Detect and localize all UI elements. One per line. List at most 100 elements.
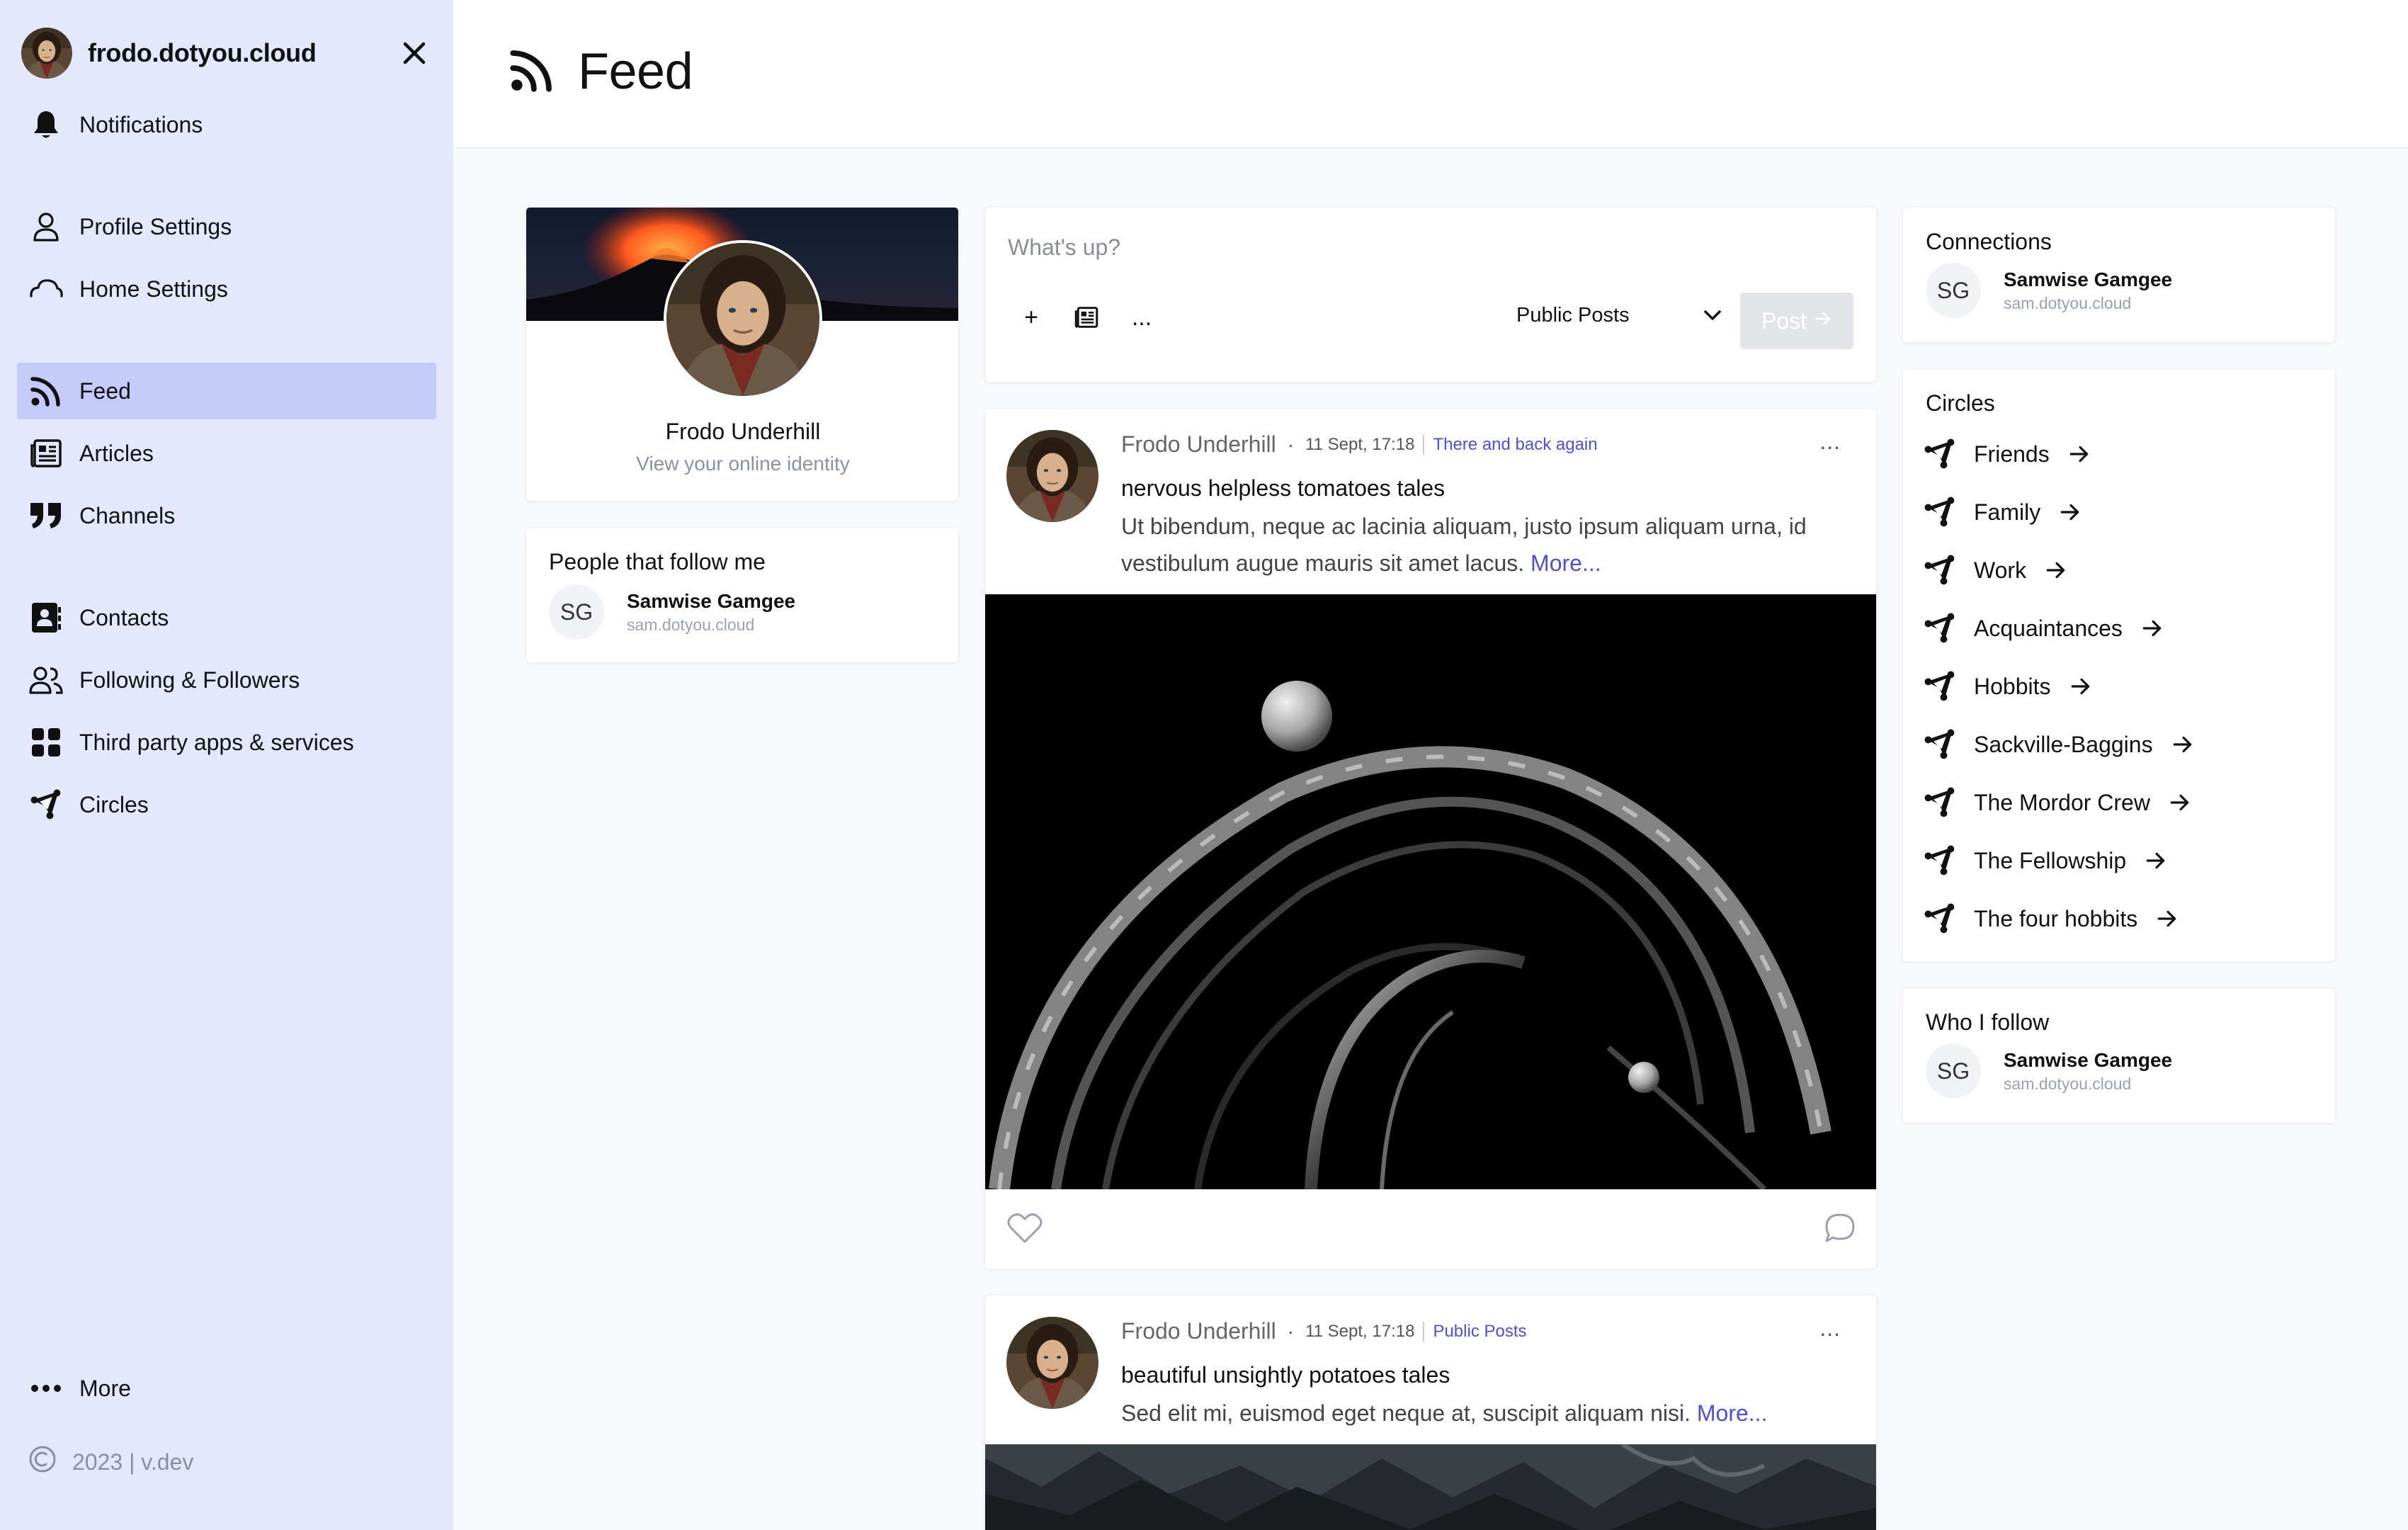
more-options-button[interactable]: ... [1124, 300, 1159, 335]
more-link[interactable]: More... [1697, 1400, 1768, 1426]
nav-label: Home Settings [79, 276, 228, 302]
post-date: 11 Sept, 17:18 [1305, 434, 1415, 454]
post-author-avatar[interactable] [1006, 430, 1098, 522]
post-date: 11 Sept, 17:18 [1305, 1321, 1415, 1341]
sidebar-avatar[interactable] [21, 28, 72, 79]
circle-item[interactable]: Family [1924, 491, 2082, 533]
rss-icon [510, 48, 554, 96]
circle-item[interactable]: The Fellowship [1924, 839, 2167, 882]
post-meta: Frodo Underhill · 11 Sept, 17:18 There a… [1121, 431, 1598, 458]
separator: · [1287, 433, 1295, 455]
post-menu-button[interactable]: ... [1819, 429, 1841, 455]
person-info: Samwise Gamgee sam.dotyou.cloud [627, 590, 795, 635]
comment-icon[interactable] [1824, 1212, 1856, 1248]
post-title: beautiful unsightly potatoes tales [1121, 1362, 1450, 1388]
post-image[interactable] [985, 1444, 1876, 1530]
avatar: SG [1926, 1043, 1981, 1099]
nav-third-party-apps[interactable]: Third party apps & services [17, 714, 436, 771]
circle-item[interactable]: Friends [1924, 433, 2091, 475]
circle-name: Sackville-Baggins [1974, 731, 2153, 757]
post-card: Frodo Underhill · 11 Sept, 17:18 Public … [984, 1295, 1877, 1530]
circle-name: The Mordor Crew [1974, 789, 2150, 815]
circle-item[interactable]: The Mordor Crew [1924, 781, 2191, 824]
close-sidebar-button[interactable] [399, 38, 429, 68]
nav-label: Circles [79, 791, 149, 817]
audience-select[interactable]: Public Posts [1488, 293, 1729, 338]
circles-icon [1924, 845, 1955, 876]
circle-item[interactable]: Acquaintances [1924, 607, 2164, 650]
copyright-icon [28, 1445, 57, 1479]
post-channel-link[interactable]: There and back again [1423, 434, 1598, 455]
follower-item[interactable]: SG Samwise Gamgee sam.dotyou.cloud [549, 584, 795, 640]
post-author[interactable]: Frodo Underhill [1121, 1318, 1276, 1344]
post-author-avatar[interactable] [1006, 1317, 1098, 1409]
apps-grid-icon [28, 725, 64, 760]
circle-item[interactable]: Sackville-Baggins [1924, 723, 2194, 766]
circle-name: The four hobbits [1974, 905, 2138, 931]
circle-name: Work [1974, 557, 2027, 583]
arrow-right-icon [2059, 501, 2082, 523]
post-body: Sed elit mi, euismod eget neque at, susc… [1121, 1395, 1844, 1432]
add-media-button[interactable]: + [1013, 300, 1049, 335]
post-menu-button[interactable]: ... [1819, 1315, 1841, 1342]
profile-name: Frodo Underhill [665, 419, 821, 444]
page-header: Feed [453, 0, 2408, 149]
connection-item[interactable]: SG Samwise Gamgee sam.dotyou.cloud [1926, 263, 2172, 318]
post-button-label: Post [1761, 307, 1807, 334]
nav-more[interactable]: More [17, 1360, 436, 1417]
post-image[interactable] [985, 594, 1876, 1189]
following-item[interactable]: SG Samwise Gamgee sam.dotyou.cloud [1926, 1043, 2172, 1099]
arrow-right-icon [2145, 849, 2167, 872]
page-title: Feed [578, 43, 693, 100]
heart-icon[interactable] [1006, 1212, 1043, 1248]
article-button[interactable] [1069, 300, 1104, 335]
arrow-right-icon [1814, 310, 1832, 333]
bell-icon [28, 107, 64, 142]
nav-label: Contacts [79, 604, 169, 630]
nav-channels[interactable]: Channels [17, 487, 436, 544]
person-info: Samwise Gamgee sam.dotyou.cloud [2004, 268, 2172, 313]
who-i-follow-card: Who I follow SG Samwise Gamgee sam.dotyo… [1902, 987, 2336, 1123]
composer-input[interactable]: What's up? [1008, 234, 1120, 261]
circle-item[interactable]: The four hobbits [1924, 897, 2179, 940]
identity-domain[interactable]: frodo.dotyou.cloud [88, 38, 317, 68]
nav-articles[interactable]: Articles [17, 425, 436, 482]
card-title: People that follow me [549, 549, 766, 574]
nav-notifications[interactable]: Notifications [17, 96, 436, 153]
nav-label: Feed [79, 378, 131, 404]
more-link[interactable]: More... [1530, 550, 1601, 576]
view-identity-link[interactable]: View your online identity [526, 453, 958, 475]
person-domain: sam.dotyou.cloud [2004, 1074, 2132, 1093]
nav-profile-settings[interactable]: Profile Settings [17, 198, 436, 255]
rss-icon [28, 373, 64, 409]
circles-card: Circles Friends Family Work Acquaintance… [1902, 368, 2336, 962]
user-icon [28, 209, 64, 244]
arrow-right-icon [2169, 791, 2191, 814]
more-dots-icon [28, 1371, 64, 1406]
avatar: SG [1926, 263, 1981, 318]
post-button[interactable]: Post [1740, 293, 1853, 349]
card-title: Circles [1926, 390, 1995, 416]
sidebar-footer: 2023 | v.dev [28, 1445, 193, 1479]
nav-feed[interactable]: Feed [17, 363, 436, 419]
post-body-text: Ut bibendum, neque ac lacinia aliquam, j… [1121, 514, 1807, 576]
person-name: Samwise Gamgee [2004, 1048, 2173, 1071]
circles-icon [1924, 787, 1955, 818]
page-title-group: Feed [510, 42, 693, 101]
circle-item[interactable]: Work [1924, 549, 2067, 591]
profile-card[interactable]: Frodo Underhill View your online identit… [526, 207, 959, 502]
post-title: nervous helpless tomatoes tales [1121, 475, 1446, 501]
post-meta: Frodo Underhill · 11 Sept, 17:18 Public … [1121, 1318, 1527, 1344]
arrow-right-icon [2045, 559, 2067, 582]
nav-circles[interactable]: Circles [17, 776, 436, 833]
profile-avatar[interactable] [664, 240, 822, 399]
nav-following-followers[interactable]: Following & Followers [17, 652, 436, 708]
nav-home-settings[interactable]: Home Settings [17, 261, 436, 317]
person-domain: sam.dotyou.cloud [627, 615, 755, 634]
arrow-right-icon [2068, 443, 2091, 465]
post-author[interactable]: Frodo Underhill [1121, 431, 1276, 458]
circle-item[interactable]: Hobbits [1924, 665, 2092, 708]
post-channel-link[interactable]: Public Posts [1423, 1321, 1527, 1342]
nav-label: Profile Settings [79, 213, 232, 239]
nav-contacts[interactable]: Contacts [17, 589, 436, 646]
